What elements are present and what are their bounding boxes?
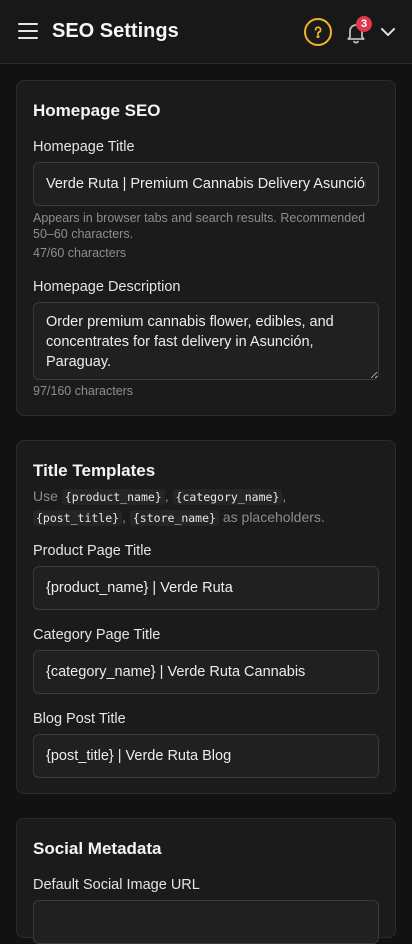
homepage-description-label: Homepage Description xyxy=(33,279,181,295)
card-title: Title Templates xyxy=(33,461,156,480)
card-title: Homepage SEO xyxy=(33,101,161,120)
help-icon[interactable] xyxy=(304,18,332,46)
homepage-description-textarea[interactable]: Order premium cannabis flower, edibles, … xyxy=(33,302,379,380)
chevron-down-icon[interactable] xyxy=(380,25,396,39)
note-prefix: Use xyxy=(33,488,58,504)
category-title-label: Category Page Title xyxy=(33,627,161,643)
placeholder-token: {store_name} xyxy=(129,510,219,526)
homepage-title-counter: 47/60 characters xyxy=(33,246,127,260)
placeholder-token: {category_name} xyxy=(172,489,283,505)
social-image-label: Default Social Image URL xyxy=(33,877,200,893)
placeholder-token: {post_title} xyxy=(33,510,123,526)
blog-title-input[interactable] xyxy=(33,734,379,778)
menu-icon[interactable] xyxy=(18,23,38,41)
placeholder-token: {product_name} xyxy=(61,489,165,505)
page-title: SEO Settings xyxy=(52,20,179,42)
homepage-title-label: Homepage Title xyxy=(33,139,135,155)
homepage-title-input[interactable] xyxy=(33,162,379,206)
placeholders-note: Use {product_name}, {category_name}, {po… xyxy=(33,488,325,526)
product-title-label: Product Page Title xyxy=(33,543,152,559)
note-suffix: as placeholders. xyxy=(222,509,325,525)
homepage-seo-card: Homepage SEO Homepage Title Appears in b… xyxy=(16,80,396,416)
homepage-title-hint: Appears in browser tabs and search resul… xyxy=(33,211,366,241)
social-image-url-input[interactable] xyxy=(33,900,379,944)
title-templates-card: Title Templates Use {product_name}, {cat… xyxy=(16,440,396,794)
card-title: Social Metadata xyxy=(33,839,162,858)
category-title-input[interactable] xyxy=(33,650,379,694)
top-app-bar: SEO Settings 3 xyxy=(0,0,412,64)
homepage-description-counter: 97/160 characters xyxy=(33,384,134,398)
product-title-input[interactable] xyxy=(33,566,379,610)
blog-title-label: Blog Post Title xyxy=(33,711,126,727)
social-metadata-card: Social Metadata Default Social Image URL xyxy=(16,818,396,944)
notification-badge: 3 xyxy=(356,16,372,32)
